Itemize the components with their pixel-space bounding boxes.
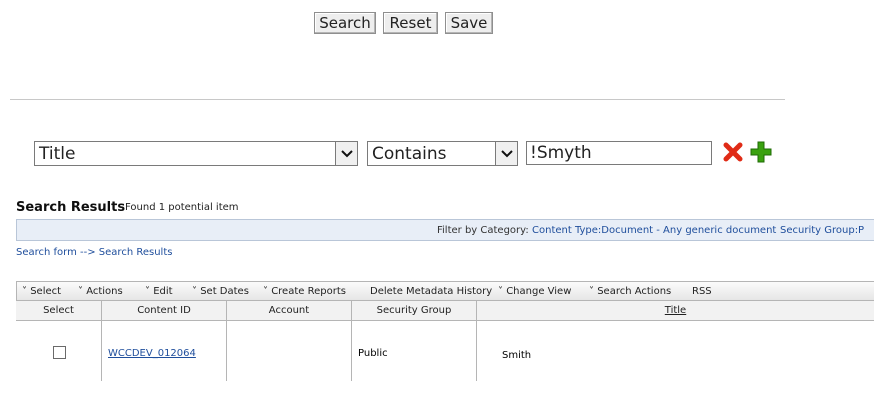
set-dates-menu-label: Set Dates — [200, 286, 249, 297]
filter-label: Filter by Category: — [437, 225, 529, 236]
edit-menu[interactable]: ˅ Edit — [145, 286, 173, 297]
filter-security-group-link[interactable]: Security Group:P — [780, 225, 864, 236]
header-title-link[interactable]: Title — [665, 305, 686, 316]
cell-title: Smith — [477, 321, 874, 381]
actions-menu[interactable]: ˅ Actions — [78, 286, 123, 297]
search-actions-menu[interactable]: ˅ Search Actions — [589, 286, 671, 297]
value-input-text: !Smyth — [530, 143, 592, 163]
add-criterion-icon[interactable] — [750, 141, 772, 163]
change-view-menu[interactable]: ˅ Change View — [498, 286, 571, 297]
header-select: Select — [16, 301, 102, 320]
chevron-down-icon[interactable] — [495, 142, 517, 165]
set-dates-menu[interactable]: ˅ Set Dates — [192, 286, 249, 297]
security-group-value: Public — [358, 348, 388, 359]
save-button[interactable]: Save — [445, 12, 493, 34]
search-actions-menu-label: Search Actions — [597, 286, 672, 297]
field-select[interactable]: Title — [34, 141, 358, 166]
header-title[interactable]: Title — [477, 301, 874, 320]
select-menu-label: Select — [30, 286, 62, 297]
title-value: Smith — [502, 350, 532, 361]
results-title: Search Results — [16, 200, 126, 215]
actions-menu-label: Actions — [86, 286, 123, 297]
breadcrumb-text[interactable]: Search form --> Search Results — [16, 247, 172, 258]
chevron-down-icon[interactable] — [335, 142, 357, 165]
cell-content-id: WCCDEV_012064 — [102, 321, 227, 381]
header-security-group[interactable]: Security Group — [352, 301, 477, 320]
change-view-menu-label: Change View — [506, 286, 572, 297]
divider — [10, 99, 785, 100]
results-table-header: Select Content ID Account Security Group… — [16, 301, 874, 321]
select-menu[interactable]: ˅ Select — [22, 286, 61, 297]
results-count: Found 1 potential item — [125, 202, 239, 213]
delete-metadata-history-button[interactable]: Delete Metadata History — [370, 286, 492, 297]
reset-button[interactable]: Reset — [383, 12, 438, 34]
edit-menu-label: Edit — [153, 286, 173, 297]
operator-select-value: Contains — [372, 143, 447, 164]
create-reports-menu-label: Create Reports — [271, 286, 346, 297]
value-input[interactable]: !Smyth — [526, 141, 712, 165]
breadcrumb: Search form --> Search Results — [16, 247, 172, 258]
filter-content-type-link[interactable]: Content Type:Document - Any generic docu… — [532, 225, 776, 236]
field-select-value: Title — [39, 143, 76, 164]
table-row: WCCDEV_012064 Public Smith — [16, 321, 874, 381]
search-button[interactable]: Search — [314, 12, 376, 34]
create-reports-menu[interactable]: ˅ Create Reports — [263, 286, 346, 297]
operator-select[interactable]: Contains — [367, 141, 518, 166]
results-toolbar: ˅ Select ˅ Actions ˅ Edit ˅ Set Dates ˅ … — [16, 281, 874, 301]
cell-security-group: Public — [352, 321, 477, 381]
filter-bar: Filter by Category: Content Type:Documen… — [16, 219, 874, 241]
row-checkbox[interactable] — [53, 346, 66, 359]
header-content-id[interactable]: Content ID — [102, 301, 227, 320]
rss-button[interactable]: RSS — [692, 286, 712, 297]
header-account[interactable]: Account — [227, 301, 352, 320]
remove-criterion-icon[interactable] — [723, 142, 743, 162]
cell-select — [16, 321, 102, 381]
content-id-link[interactable]: WCCDEV_012064 — [108, 348, 196, 359]
cell-account — [227, 321, 352, 381]
